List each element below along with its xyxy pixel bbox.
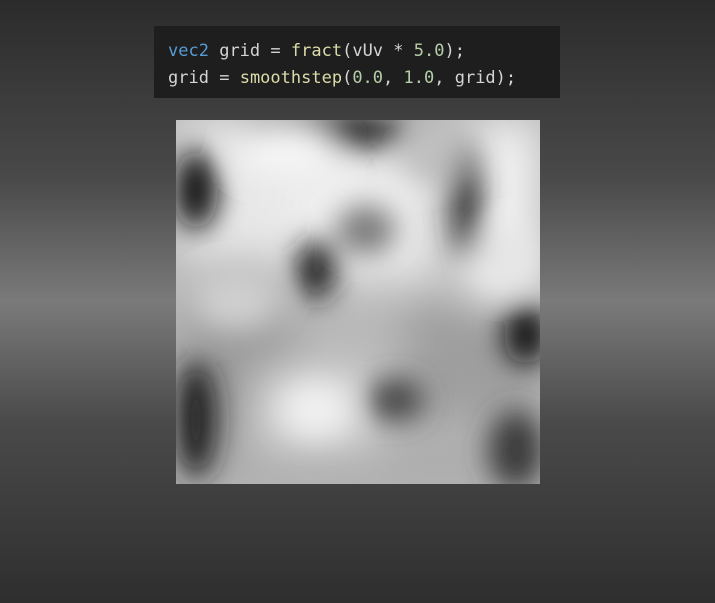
variable-name: grid — [219, 41, 261, 61]
argument: grid — [454, 68, 496, 88]
separator: , — [434, 68, 455, 88]
paren-open: ( — [342, 68, 353, 88]
number-literal: 1.0 — [403, 68, 435, 88]
operator: = — [270, 41, 281, 61]
function-name: fract — [290, 41, 343, 61]
shader-preview — [176, 120, 540, 484]
number-literal: 0.0 — [352, 68, 384, 88]
separator: , — [383, 68, 404, 88]
code-line-2: grid = smoothstep(0.0, 1.0, grid); — [168, 65, 546, 92]
statement-end: ); — [444, 41, 465, 61]
statement-end: ); — [495, 68, 517, 88]
type-keyword: vec2 — [168, 41, 209, 61]
code-snippet: vec2 grid = fract(vUv * 5.0); grid = smoo… — [154, 26, 560, 98]
number-literal: 5.0 — [413, 41, 445, 61]
noise-texture — [176, 120, 540, 484]
variable-name: grid — [168, 68, 209, 88]
operator: = — [219, 68, 230, 88]
code-line-1: vec2 grid = fract(vUv * 5.0); — [168, 38, 546, 65]
function-name: smoothstep — [239, 68, 343, 88]
function-args: (vUv * — [342, 41, 414, 61]
